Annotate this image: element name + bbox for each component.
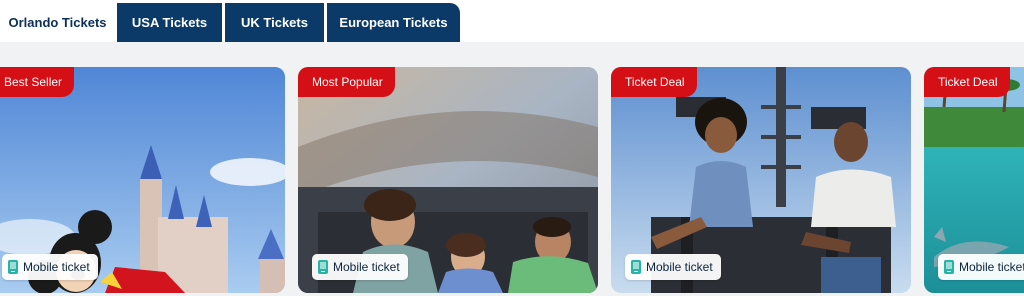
ticket-card-ticket-deal[interactable]: Ticket Deal Mobile ticket bbox=[611, 67, 911, 293]
tab-uk-tickets[interactable]: UK Tickets bbox=[225, 3, 324, 42]
ticket-card-best-seller[interactable]: Best Seller Mobile ticket bbox=[0, 67, 285, 293]
ticket-card-ticket-deal-2[interactable]: Ticket Deal Mobile ticket bbox=[924, 67, 1024, 293]
mobile-ticket-label: Mobile ticket bbox=[646, 260, 713, 274]
tab-european-tickets[interactable]: European Tickets bbox=[327, 3, 460, 42]
mobile-ticket-tag: Mobile ticket bbox=[938, 254, 1024, 280]
mobile-ticket-tag: Mobile ticket bbox=[2, 254, 98, 280]
most-popular-badge: Most Popular bbox=[298, 67, 395, 97]
mobile-ticket-tag: Mobile ticket bbox=[625, 254, 721, 280]
mobile-phone-icon bbox=[318, 260, 328, 274]
ticket-deal-badge: Ticket Deal bbox=[924, 67, 1010, 97]
tab-usa-tickets[interactable]: USA Tickets bbox=[117, 3, 222, 42]
mobile-phone-icon bbox=[8, 260, 18, 274]
mobile-ticket-tag: Mobile ticket bbox=[312, 254, 408, 280]
ticket-deal-badge: Ticket Deal bbox=[611, 67, 697, 97]
mobile-ticket-label: Mobile ticket bbox=[959, 260, 1024, 274]
ticket-category-tabs: Orlando Tickets USA Tickets UK Tickets E… bbox=[0, 0, 1024, 42]
mobile-phone-icon bbox=[631, 260, 641, 274]
mobile-phone-icon bbox=[944, 260, 954, 274]
best-seller-badge: Best Seller bbox=[0, 67, 75, 97]
ticket-card-most-popular[interactable]: Most Popular Mobile ticket bbox=[298, 67, 598, 293]
mobile-ticket-label: Mobile ticket bbox=[23, 260, 90, 274]
tab-orlando-tickets[interactable]: Orlando Tickets bbox=[0, 3, 115, 42]
mobile-ticket-label: Mobile ticket bbox=[333, 260, 400, 274]
